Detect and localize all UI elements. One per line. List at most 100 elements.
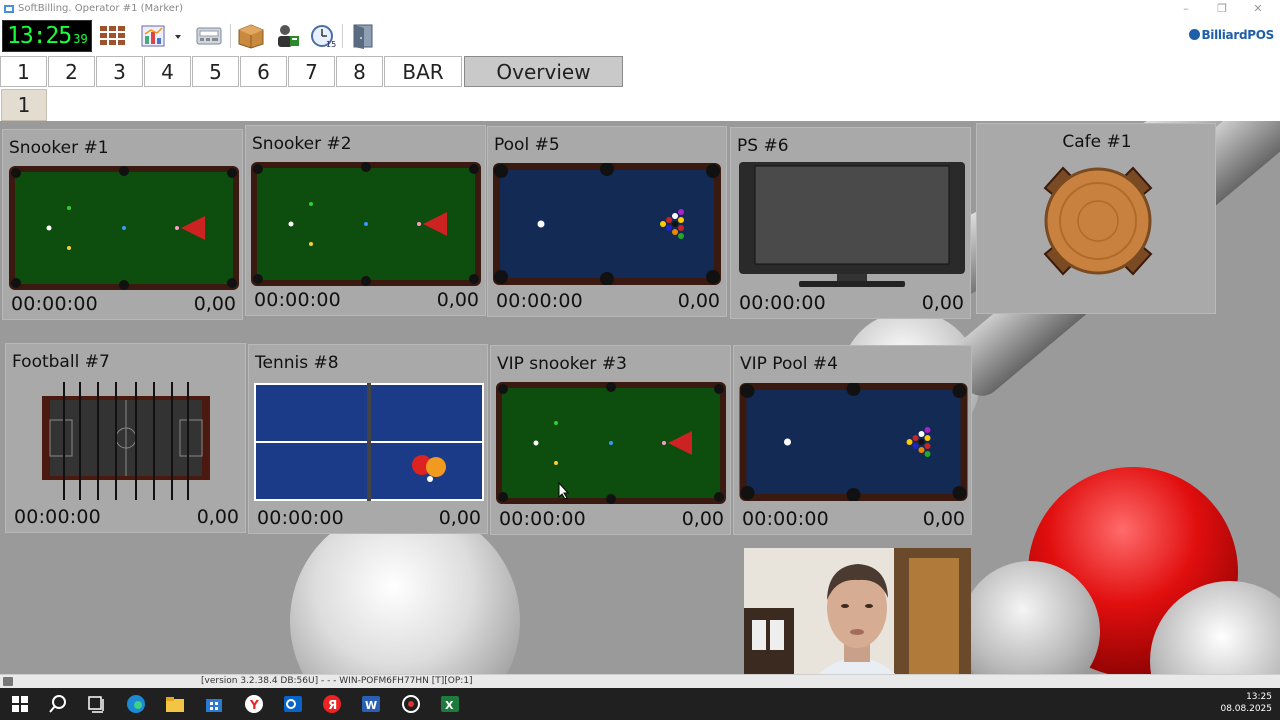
search-icon[interactable] [46,693,70,715]
clock-seconds: 39 [73,32,88,46]
yandex-browser-icon[interactable]: Y [242,693,266,715]
tab-4[interactable]: 4 [144,56,191,87]
minimize-button[interactable]: – [1168,0,1204,18]
softbilling-app: SoftBilling. Operator #1 (Marker) – ❐ ✕ … [0,0,1280,720]
svg-text:Y: Y [249,698,259,712]
toolbar: 13:25 39 15 BilliardPOS [0,18,1280,54]
toolbar-separator [342,24,343,48]
tab-6[interactable]: 6 [240,56,287,87]
tab-7[interactable]: 7 [288,56,335,87]
tab-2[interactable]: 2 [48,56,95,87]
table-name: Cafe #1 [1062,132,1132,152]
outlook-icon[interactable] [281,693,305,715]
table-amount: 0,00 [677,290,720,312]
table-tile-snooker-1[interactable]: Snooker #1 00:00:00 0,00 [2,129,243,320]
report-chart-icon[interactable] [140,22,170,50]
yandex-icon[interactable]: Я [320,693,344,715]
table-name: Tennis #8 [255,353,339,373]
tab-1[interactable]: 1 [0,56,47,87]
close-button[interactable]: ✕ [1240,0,1276,18]
cafe-table-icon [1043,166,1153,276]
table-name: Pool #5 [494,135,560,155]
status-bar: [version 3.2.38.4 DB:56U] - - - WIN-POFM… [0,674,1280,688]
tennis-table-icon [254,383,484,501]
table-amount: 0,00 [438,507,481,529]
app-icon[interactable] [399,693,423,715]
tab-8[interactable]: 8 [336,56,383,87]
table-tile-football-7[interactable]: Football #7 00:00:00 0,00 [5,343,246,533]
store-icon[interactable] [202,693,226,715]
table-name: VIP Pool #4 [740,354,838,374]
table-tile-pool-5[interactable]: Pool #5 00:00:00 0,00 [487,126,727,317]
table-amount: 0,00 [921,292,964,314]
snooker-table-icon [496,382,726,504]
svg-text:Я: Я [328,698,337,712]
subtab-1[interactable]: 1 [1,89,47,121]
tab-5[interactable]: 5 [192,56,239,87]
table-name: Football #7 [12,352,110,372]
snooker-table-icon [251,162,481,286]
tables-overview-canvas: Snooker #1 00:00:00 0,00 Snooker #2 00:0… [0,121,1280,674]
table-amount: 0,00 [436,289,479,311]
word-icon[interactable]: W [359,693,383,715]
table-amount: 0,00 [681,508,724,530]
excel-icon[interactable]: X [438,693,462,715]
tab-bar[interactable]: BAR [384,56,462,87]
cash-register-icon[interactable] [194,22,224,50]
product-box-icon[interactable] [236,22,266,50]
pool-table-icon [493,163,721,285]
title-bar: SoftBilling. Operator #1 (Marker) – ❐ ✕ [0,0,1280,18]
table-amount: 0,00 [196,506,239,528]
tray-date: 08.08.2025 [1220,704,1272,714]
tables-grid-icon[interactable] [98,22,128,50]
digital-clock: 13:25 39 [2,20,92,52]
table-tile-vip-snooker-3[interactable]: VIP snooker #3 00:00:00 0,00 [490,345,731,535]
table-amount: 0,00 [193,293,236,315]
system-tray-clock[interactable]: 13:25 08.08.2025 [1220,691,1272,715]
table-timer: 00:00:00 [739,292,826,314]
table-tile-ps-6[interactable]: PS #6 00:00:00 0,00 [730,127,971,319]
tray-time: 13:25 [1246,692,1272,702]
edge-icon[interactable] [124,693,148,715]
exit-door-icon[interactable] [348,22,378,50]
table-timer: 00:00:00 [742,508,829,530]
svg-text:X: X [445,699,454,712]
table-timer: 00:00:00 [499,508,586,530]
start-icon[interactable] [8,693,32,715]
version-info: [version 3.2.38.4 DB:56U] - - - WIN-POFM… [201,676,473,686]
table-tile-cafe-1[interactable]: Cafe #1 [976,123,1216,314]
windows-taskbar: Y Я W X 13:25 08.08.2025 [0,688,1280,720]
table-tile-snooker-2[interactable]: Snooker #2 00:00:00 0,00 [245,125,486,316]
table-timer: 00:00:00 [254,289,341,311]
keyboard-icon [3,677,13,686]
table-tile-tennis-8[interactable]: Tennis #8 00:00:00 0,00 [248,344,488,534]
mouse-cursor-icon [558,482,570,500]
table-name: Snooker #2 [252,134,352,154]
restore-button[interactable]: ❐ [1204,0,1240,18]
clock-time: 13:25 [7,23,72,49]
brand-name: BilliardPOS [1201,28,1274,42]
table-timer: 00:00:00 [496,290,583,312]
dropdown-arrow-icon[interactable] [172,22,184,50]
table-timer: 00:00:00 [11,293,98,315]
reservation-clock-icon[interactable]: 15 [308,22,338,50]
staff-icon[interactable] [272,22,302,50]
snooker-table-icon [9,166,239,290]
brand-logo: BilliardPOS [1189,28,1274,42]
table-tile-vip-pool-4[interactable]: VIP Pool #4 00:00:00 0,00 [733,345,972,535]
svg-text:15: 15 [326,40,336,49]
pool-table-icon [739,383,968,501]
table-name: PS #6 [737,136,789,156]
foosball-table-icon [42,382,210,500]
table-name: Snooker #1 [9,138,109,158]
table-name: VIP snooker #3 [497,354,627,374]
tv-icon [739,162,965,287]
file-explorer-icon[interactable] [163,693,187,715]
toolbar-separator [230,24,231,48]
app-icon [4,5,14,13]
tab-3[interactable]: 3 [96,56,143,87]
task-view-icon[interactable] [84,693,108,715]
window-title: SoftBilling. Operator #1 (Marker) [18,3,183,14]
table-amount: 0,00 [922,508,965,530]
tab-overview[interactable]: Overview [464,56,623,87]
